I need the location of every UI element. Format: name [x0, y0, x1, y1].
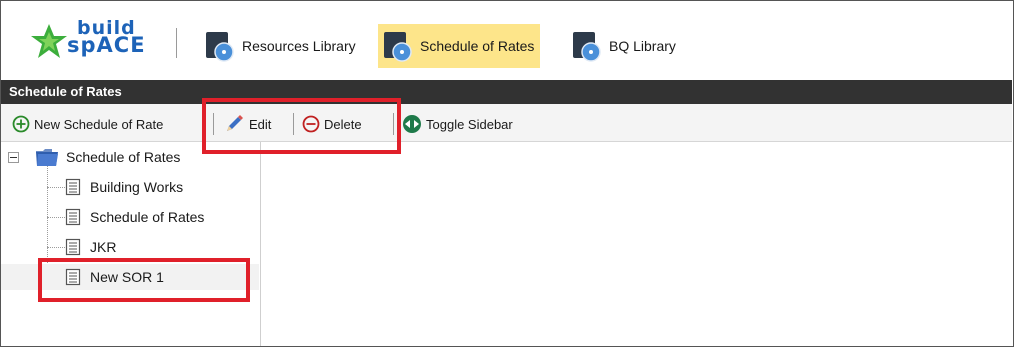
logo-star-icon — [31, 24, 67, 58]
logo-wordmark: build spACE — [67, 19, 146, 57]
new-sor-highlight-box — [38, 258, 250, 302]
tree-connector — [47, 187, 65, 188]
buildspace-logo[interactable]: build spACE — [29, 19, 161, 62]
library-disc-icon — [571, 30, 604, 62]
panel-title: Schedule of Rates — [1, 80, 1012, 104]
tree-item-label: Schedule of Rates — [90, 209, 205, 225]
new-schedule-label: New Schedule of Rate — [34, 116, 164, 132]
document-icon — [65, 178, 81, 196]
collapse-toggle-icon[interactable] — [8, 151, 19, 163]
schedule-of-rates-label: Schedule of Rates — [420, 38, 535, 54]
library-disc-icon — [204, 30, 237, 62]
tree-connector — [47, 217, 65, 218]
tree-item-label: JKR — [90, 239, 117, 255]
folder-icon — [36, 149, 58, 166]
toggle-arrows-icon — [403, 115, 421, 133]
edit-delete-highlight-box — [202, 98, 401, 154]
add-circle-icon — [12, 115, 30, 133]
sidebar-tree: Schedule of Rates Building Works Schedul… — [1, 142, 261, 346]
new-schedule-button[interactable]: New Schedule of Rate — [12, 113, 163, 135]
tree-root-schedule-of-rates[interactable]: Schedule of Rates — [1, 144, 180, 170]
content-area — [262, 142, 1012, 346]
logo-line-2: spACE — [67, 33, 146, 57]
tree-root-label: Schedule of Rates — [66, 149, 181, 165]
document-icon — [65, 238, 81, 256]
toggle-sidebar-button[interactable]: Toggle Sidebar — [402, 113, 513, 135]
bq-library-label: BQ Library — [609, 38, 676, 54]
library-disc-icon — [382, 30, 415, 62]
document-icon — [65, 208, 81, 226]
resources-library-button[interactable]: Resources Library — [200, 24, 362, 68]
bq-library-button[interactable]: BQ Library — [567, 24, 682, 68]
top-header: build spACE Resources Library Schedule o… — [1, 1, 1012, 80]
tree-item-label: Building Works — [90, 179, 184, 195]
tree-connector — [47, 247, 65, 248]
resources-library-label: Resources Library — [242, 38, 356, 54]
toggle-sidebar-label: Toggle Sidebar — [426, 116, 513, 132]
schedule-of-rates-button[interactable]: Schedule of Rates — [378, 24, 541, 68]
toolbar: New Schedule of Rate Edit Delete Toggle … — [1, 104, 1012, 142]
header-divider — [176, 28, 177, 58]
tree-item-building-works[interactable]: Building Works — [65, 174, 183, 200]
tree-item-schedule-of-rates[interactable]: Schedule of Rates — [65, 204, 204, 230]
tree-item-jkr[interactable]: JKR — [65, 234, 116, 260]
